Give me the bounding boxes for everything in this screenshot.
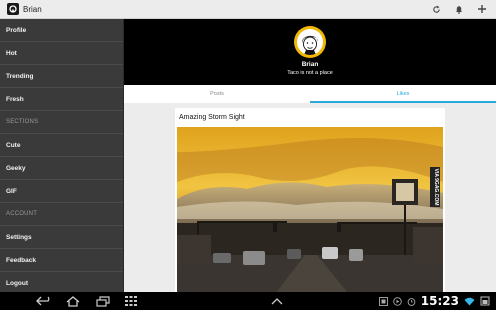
drawer-item-feedback[interactable]: Feedback bbox=[0, 249, 123, 272]
home-icon[interactable] bbox=[64, 292, 82, 310]
add-icon[interactable] bbox=[477, 4, 487, 14]
profile-tabs: Posts Likes bbox=[124, 85, 496, 103]
drawer-item-geeky[interactable]: Geeky bbox=[0, 157, 123, 180]
drawer-item-logout[interactable]: Logout bbox=[0, 272, 123, 292]
drawer-item-fresh[interactable]: Fresh bbox=[0, 88, 123, 111]
tab-posts[interactable]: Posts bbox=[124, 85, 310, 103]
alarm-icon bbox=[407, 292, 416, 310]
action-bar: Brian bbox=[0, 0, 496, 19]
back-icon[interactable] bbox=[34, 292, 54, 310]
status-clock: 15:23 bbox=[420, 294, 459, 308]
app-title: Brian bbox=[23, 4, 42, 14]
grid-icon[interactable] bbox=[123, 292, 139, 310]
profile-tagline: Taco is not a place bbox=[287, 70, 333, 76]
drawer-item-gif[interactable]: GIF bbox=[0, 180, 123, 203]
screenshot-icon bbox=[378, 292, 388, 310]
recent-apps-icon[interactable] bbox=[94, 292, 112, 310]
avatar[interactable] bbox=[294, 26, 326, 58]
app-logo-icon[interactable] bbox=[7, 3, 19, 15]
tab-indicator bbox=[310, 101, 496, 103]
drawer-item-trending[interactable]: Trending bbox=[0, 65, 123, 88]
drawer-item-settings[interactable]: Settings bbox=[0, 226, 123, 249]
navigation-drawer: Profile Hot Trending Fresh SECTIONS Cute… bbox=[0, 19, 124, 292]
system-navigation-bar: 15:23 bbox=[0, 292, 496, 310]
media-icon bbox=[393, 292, 402, 310]
drawer-section-sections: SECTIONS bbox=[0, 111, 123, 134]
profile-name: Brian bbox=[301, 61, 319, 68]
post-image[interactable]: VIA 9GAG.COM bbox=[177, 127, 443, 292]
up-chevron-icon[interactable] bbox=[269, 292, 285, 310]
avatar-face-icon bbox=[301, 35, 319, 55]
main-content: Brian Taco is not a place Posts Likes Am… bbox=[124, 19, 496, 292]
signal-icon bbox=[480, 292, 490, 310]
drawer-item-hot[interactable]: Hot bbox=[0, 42, 123, 65]
refresh-icon[interactable] bbox=[431, 4, 441, 14]
bell-icon[interactable] bbox=[454, 4, 464, 14]
drawer-item-profile[interactable]: Profile bbox=[0, 19, 123, 42]
watermark-text: VIA 9GAG.COM bbox=[433, 169, 439, 206]
profile-header: Brian Taco is not a place bbox=[124, 19, 496, 85]
drawer-section-account: ACCOUNT bbox=[0, 203, 123, 226]
wifi-icon bbox=[464, 292, 475, 310]
post-title[interactable]: Amazing Storm Sight bbox=[175, 108, 445, 125]
drawer-item-cute[interactable]: Cute bbox=[0, 134, 123, 157]
post-card[interactable]: Amazing Storm Sight VIA 9GAG.COM bbox=[175, 108, 445, 292]
